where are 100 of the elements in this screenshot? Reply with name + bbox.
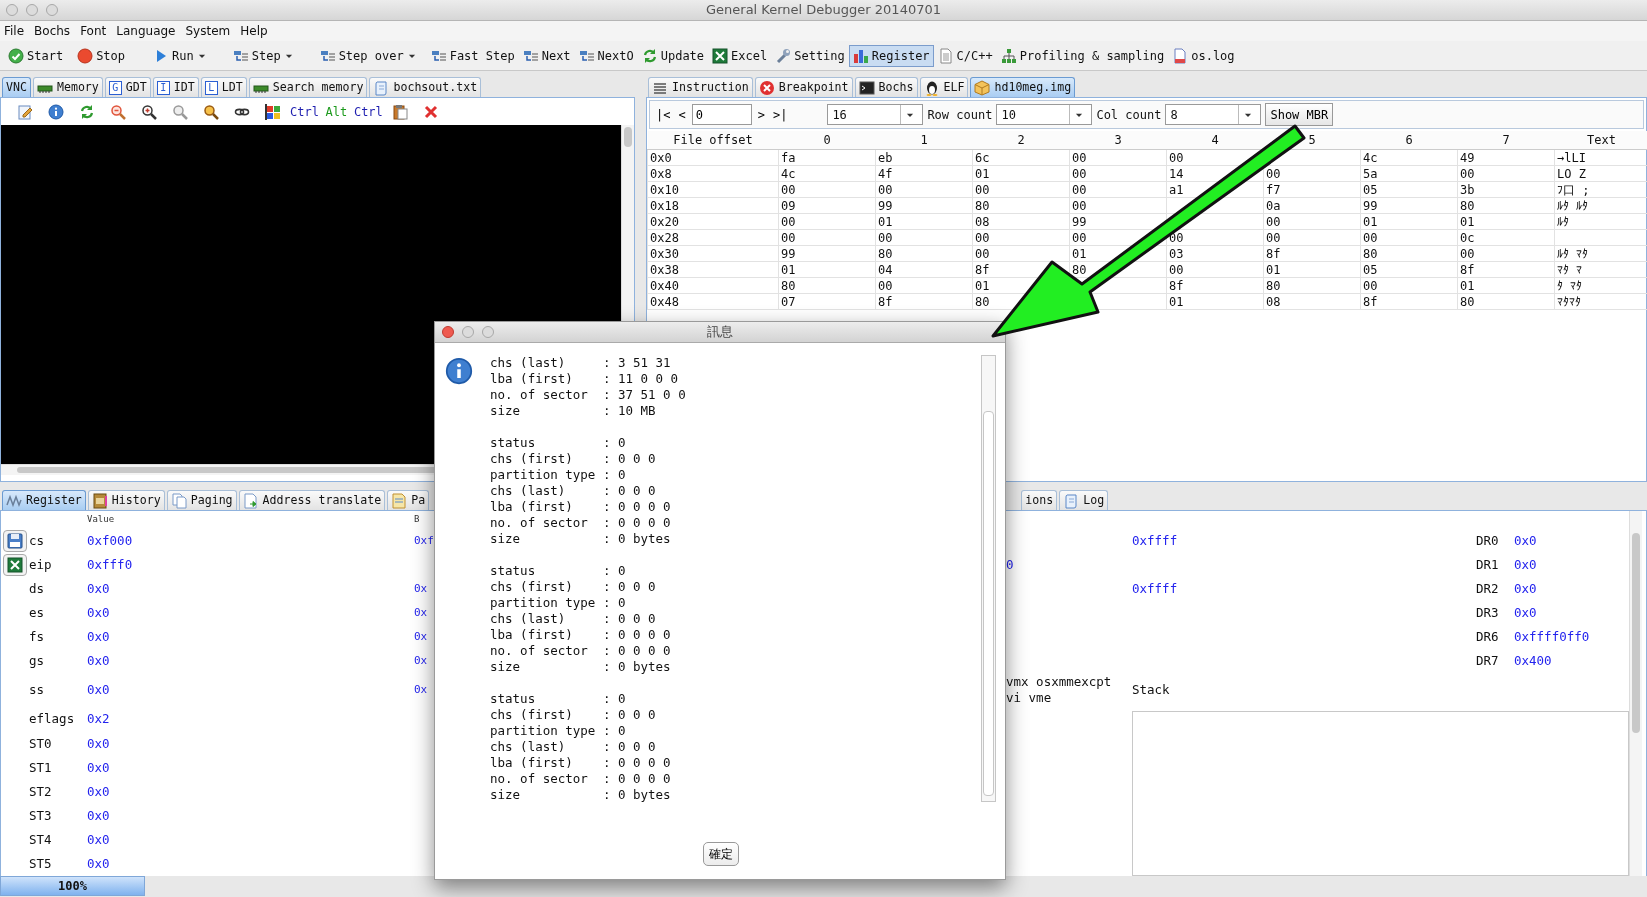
- table-cell: 80: [1360, 245, 1458, 262]
- terminal-icon: [858, 79, 875, 96]
- table-cell: f7: [1263, 181, 1361, 198]
- tab[interactable]: Paging: [166, 490, 237, 510]
- toolbar-button[interactable]: Start: [4, 44, 68, 67]
- first-page-button[interactable]: |<: [654, 105, 673, 124]
- tab[interactable]: L LDT: [200, 77, 247, 97]
- dropdown[interactable]: 16: [827, 104, 924, 125]
- zoom-in-icon[interactable]: [140, 103, 157, 120]
- section-label: Stack: [1132, 680, 1170, 699]
- menu-item[interactable]: Bochs: [30, 22, 77, 40]
- register-value: 0x400: [1514, 651, 1552, 670]
- toolbar-button[interactable]: os.log: [1168, 44, 1239, 67]
- table-cell: 0x40: [647, 277, 779, 294]
- toolbar-button[interactable]: Next: [518, 44, 575, 67]
- message-line: chs (first) : 0 0 0: [490, 579, 657, 595]
- register-value: 0x0: [87, 603, 110, 622]
- table-cell: 80: [1263, 277, 1361, 294]
- toolbar-button[interactable]: Run: [149, 44, 211, 67]
- register-value: 0x: [414, 628, 428, 645]
- register-name: ds: [29, 579, 45, 598]
- tab[interactable]: Log: [1059, 490, 1109, 510]
- tab[interactable]: History: [87, 490, 165, 510]
- dropdown[interactable]: 8: [1165, 104, 1262, 125]
- register-name: ST0: [29, 734, 52, 753]
- export-button[interactable]: [3, 554, 27, 576]
- scrollbar[interactable]: [1629, 511, 1642, 876]
- tab[interactable]: Address translate: [238, 490, 386, 510]
- tab[interactable]: Breakpoint: [754, 77, 853, 97]
- toolbar-button[interactable]: Excel: [708, 44, 772, 67]
- flag-icon[interactable]: [264, 103, 281, 120]
- table-cell: 00: [1069, 149, 1167, 166]
- tab[interactable]: VNC: [2, 77, 31, 97]
- tab[interactable]: Memory: [32, 77, 103, 97]
- close-button[interactable]: [442, 326, 454, 338]
- dropdown[interactable]: 10: [996, 104, 1093, 125]
- menu-item[interactable]: Font: [76, 22, 113, 40]
- previous-page-button[interactable]: <: [676, 105, 688, 124]
- tab[interactable]: Search memory: [248, 77, 368, 97]
- register-value: 0xfff0: [87, 555, 133, 574]
- tab[interactable]: Pa: [387, 490, 430, 510]
- table-cell: 00: [875, 181, 973, 198]
- key-button[interactable]: Alt: [320, 100, 352, 123]
- toolbar-button[interactable]: Setting: [771, 44, 849, 67]
- register-value: 0x0: [1514, 579, 1537, 598]
- table-cell: 01: [972, 165, 1070, 182]
- toolbar-button[interactable]: Step over: [315, 44, 421, 67]
- tab[interactable]: I IDT: [152, 77, 199, 97]
- register-name: ST5: [29, 854, 52, 873]
- tab[interactable]: G GDT: [104, 77, 151, 97]
- toolbar-button[interactable]: Update: [637, 44, 709, 67]
- table-cell: 00: [778, 229, 876, 246]
- message-line: chs (last) : 3 51 31: [490, 355, 672, 371]
- toolbar-button[interactable]: Stop: [73, 44, 130, 67]
- scrollbar[interactable]: [981, 355, 996, 802]
- register-value: 0x0: [87, 830, 110, 849]
- last-page-button[interactable]: >|: [770, 105, 790, 124]
- tab[interactable]: Instruction: [648, 77, 753, 97]
- tab[interactable]: hd10meg.img: [970, 77, 1076, 97]
- register-name: ST4: [29, 830, 52, 849]
- flags-text: vmx osxmmexcpt: [1006, 674, 1113, 690]
- tab[interactable]: Register: [2, 490, 86, 510]
- toolbar-button[interactable]: Fast Step: [426, 44, 519, 67]
- ok-button[interactable]: 確定: [703, 842, 739, 866]
- menu-item[interactable]: Language: [112, 22, 182, 40]
- toolbar-button[interactable]: Step: [228, 44, 298, 67]
- notepad-icon[interactable]: [16, 103, 33, 120]
- close-icon[interactable]: [423, 103, 440, 120]
- zoom-out-icon[interactable]: [109, 103, 126, 120]
- info-icon[interactable]: [47, 103, 64, 120]
- tab[interactable]: ions: [1021, 490, 1058, 510]
- menu-item[interactable]: File: [0, 22, 31, 40]
- register-name: eip: [29, 555, 52, 574]
- message-line: status : 0: [490, 691, 627, 707]
- tab[interactable]: ELF: [919, 77, 969, 97]
- show-mbr-button[interactable]: Show MBR: [1265, 103, 1334, 126]
- message-line: partition type : 0: [490, 595, 627, 611]
- menu-item[interactable]: System: [181, 22, 237, 40]
- save-button[interactable]: [3, 530, 27, 552]
- tab[interactable]: Bochs: [854, 77, 918, 97]
- register-value: 0x0: [87, 806, 110, 825]
- register-value: 0x0: [87, 680, 110, 699]
- next-page-button[interactable]: >: [755, 105, 767, 124]
- toolbar-button[interactable]: NextO: [574, 44, 638, 67]
- message-line: size : 0 bytes: [490, 659, 672, 675]
- toolbar-button[interactable]: C/C++: [933, 44, 997, 67]
- tab[interactable]: bochsout.txt: [369, 77, 482, 97]
- register-value: 0x0: [87, 734, 110, 753]
- toolbar-button[interactable]: Profiling & sampling: [996, 44, 1169, 67]
- zoom-icon[interactable]: [202, 103, 219, 120]
- offset-field[interactable]: 0: [691, 104, 752, 125]
- table-cell: 00: [1457, 165, 1555, 182]
- clipboard-icon[interactable]: [392, 103, 409, 120]
- key-button[interactable]: Ctrl: [288, 100, 321, 123]
- toolbar-button[interactable]: Register: [848, 44, 934, 67]
- column-header: Value: [87, 513, 115, 527]
- key-button[interactable]: Ctrl: [351, 100, 385, 123]
- refresh-icon[interactable]: [78, 103, 95, 120]
- menu-item[interactable]: Help: [236, 22, 274, 40]
- table-cell: 0c: [1457, 229, 1555, 246]
